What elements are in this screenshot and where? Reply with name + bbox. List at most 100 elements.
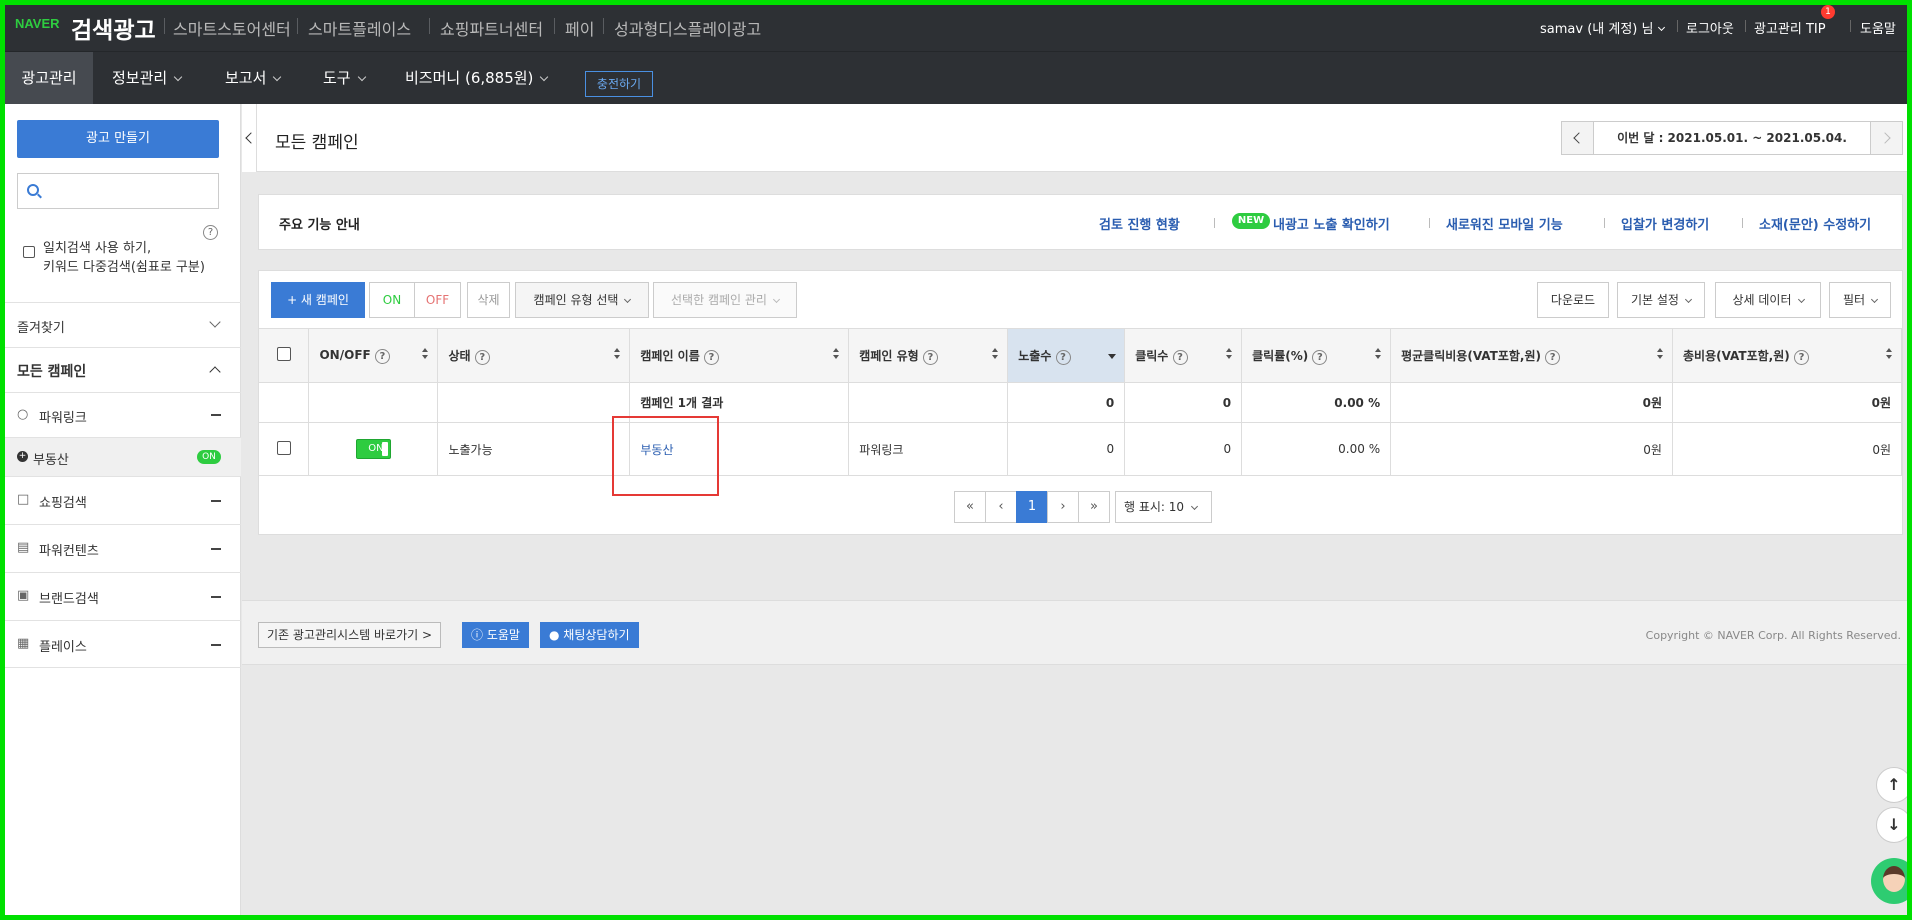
basic-settings-select[interactable]: 기본 설정: [1617, 282, 1705, 318]
search-input[interactable]: [48, 178, 216, 204]
service-smartplace[interactable]: 스마트플레이스: [308, 16, 411, 40]
help-icon[interactable]: ?: [1055, 349, 1071, 365]
favorites-section[interactable]: 즐겨찾기: [5, 302, 241, 347]
filter-select[interactable]: 필터: [1829, 282, 1891, 318]
help-icon[interactable]: ?: [1793, 349, 1809, 365]
sort-desc-icon[interactable]: [1108, 354, 1117, 359]
col-clicks[interactable]: 클릭수 ?: [1124, 328, 1243, 383]
download-button[interactable]: 다운로드: [1537, 282, 1609, 318]
bid-change-link[interactable]: 입찰가 변경하기: [1621, 214, 1709, 233]
divider: [1745, 20, 1746, 32]
col-campaign-type[interactable]: 캠페인 유형 ?: [848, 328, 1009, 383]
edit-creative-link[interactable]: 소재(문안) 수정하기: [1759, 214, 1871, 233]
date-range-label[interactable]: 이번 달 : 2021.05.01. ~ 2021.05.04.: [1594, 122, 1870, 154]
on-off-toggle[interactable]: ON: [355, 439, 391, 459]
col-campaign-name[interactable]: 캠페인 이름 ?: [629, 328, 850, 383]
sort-icon[interactable]: [613, 348, 621, 362]
account-menu[interactable]: samav (내 계정) 님: [1540, 18, 1666, 37]
sidebar-item-powercontents[interactable]: ▤ 파워컨텐츠: [5, 524, 241, 572]
sort-icon[interactable]: [832, 348, 840, 362]
mobile-feature-link[interactable]: 새로워진 모바일 기능: [1446, 214, 1563, 233]
ad-exposure-link[interactable]: 내광고 노출 확인하기: [1273, 214, 1390, 233]
col-total-cost[interactable]: 총비용(VAT포함,원) ?: [1672, 328, 1903, 383]
sort-icon[interactable]: [421, 348, 429, 362]
next-page-button[interactable]: ›: [1047, 491, 1079, 523]
create-ad-button[interactable]: 광고 만들기: [17, 120, 219, 158]
legacy-system-link[interactable]: 기존 광고관리시스템 바로가기 >: [258, 622, 442, 648]
manage-selected-button[interactable]: 선택한 캠페인 관리: [653, 282, 797, 318]
sidebar-item-brand[interactable]: ▣ 브랜드검색: [5, 572, 241, 620]
sort-icon[interactable]: [991, 348, 999, 362]
tip-link[interactable]: 광고관리 TIP: [1754, 18, 1826, 37]
service-smartstore[interactable]: 스마트스토어센터: [173, 16, 291, 40]
minus-icon[interactable]: [211, 500, 221, 502]
help-icon[interactable]: ?: [1545, 349, 1561, 365]
on-button[interactable]: ON: [369, 282, 415, 318]
next-period-button[interactable]: [1870, 122, 1902, 154]
chat-button[interactable]: ● 채팅상담하기: [540, 622, 639, 648]
help-icon[interactable]: ?: [703, 349, 719, 365]
first-page-button[interactable]: «: [954, 491, 986, 523]
sort-icon[interactable]: [1374, 348, 1382, 362]
help-icon[interactable]: ?: [374, 348, 390, 364]
last-page-button[interactable]: »: [1078, 491, 1110, 523]
col-onoff[interactable]: ON/OFF ?: [308, 328, 439, 383]
nav-bizmoney[interactable]: 비즈머니 (6,885원): [405, 52, 549, 105]
scroll-top-button[interactable]: ↑: [1876, 767, 1907, 803]
nav-ad-management[interactable]: 광고관리: [5, 52, 93, 105]
app-title[interactable]: 검색광고: [71, 11, 156, 45]
search-icon[interactable]: [27, 184, 39, 196]
col-status[interactable]: 상태 ?: [437, 328, 631, 383]
prev-period-button[interactable]: [1562, 122, 1594, 154]
plus-circle-icon[interactable]: +: [17, 451, 28, 462]
sidebar-item-place[interactable]: ▦ 플레이스: [5, 620, 241, 668]
sidebar-campaign-item[interactable]: + 부동산 ON: [5, 437, 241, 476]
select-all-checkbox[interactable]: [276, 347, 291, 361]
delete-button[interactable]: 삭제: [467, 282, 510, 318]
page-1-button[interactable]: 1: [1016, 491, 1048, 523]
nav-tools[interactable]: 도구: [323, 52, 366, 105]
off-button[interactable]: OFF: [414, 282, 461, 318]
minus-icon[interactable]: [211, 548, 221, 550]
sort-icon[interactable]: [1885, 348, 1893, 362]
rows-per-page-select[interactable]: 행 표시: 10: [1115, 491, 1212, 523]
col-label: 평균클릭비용(VAT포함,원): [1401, 348, 1541, 363]
col-avg-cpc[interactable]: 평균클릭비용(VAT포함,원) ?: [1390, 328, 1673, 383]
scroll-bottom-button[interactable]: ↓: [1876, 807, 1907, 843]
help-icon[interactable]: ?: [922, 349, 938, 365]
help-link[interactable]: 도움말: [1860, 18, 1896, 37]
review-status-link[interactable]: 검토 진행 현황: [1099, 214, 1180, 233]
service-pay[interactable]: 페이: [565, 16, 594, 40]
col-impressions[interactable]: 노출수 ?: [1007, 328, 1126, 383]
all-campaigns-section[interactable]: 모든 캠페인: [5, 347, 241, 392]
help-icon[interactable]: ?: [1172, 349, 1188, 365]
exact-search-checkbox[interactable]: [23, 246, 35, 258]
help-button[interactable]: ⓘ 도움말: [462, 622, 529, 648]
help-icon[interactable]: ?: [203, 225, 218, 240]
sidebar-item-shopping[interactable]: □ 쇼핑검색: [5, 476, 241, 524]
help-icon[interactable]: ?: [474, 349, 490, 365]
minus-icon[interactable]: [211, 644, 221, 646]
nav-reports[interactable]: 보고서: [225, 52, 282, 105]
logout-link[interactable]: 로그아웃: [1686, 18, 1734, 37]
prev-page-button[interactable]: ‹: [985, 491, 1017, 523]
service-display-ad[interactable]: 성과형디스플레이광고: [614, 16, 761, 40]
sidebar-item-powerlink[interactable]: ○ 파워링크: [5, 392, 241, 437]
sidebar-collapse-button[interactable]: [242, 104, 257, 172]
campaign-type-select[interactable]: 캠페인 유형 선택: [515, 282, 649, 318]
nav-info-management[interactable]: 정보관리: [112, 52, 183, 105]
date-range-picker: 이번 달 : 2021.05.01. ~ 2021.05.04.: [1561, 121, 1903, 155]
col-ctr[interactable]: 클릭률(%) ?: [1241, 328, 1392, 383]
new-campaign-button[interactable]: + 새 캠페인: [271, 282, 365, 318]
row-checkbox[interactable]: [276, 440, 291, 455]
charge-button[interactable]: 충전하기: [585, 71, 653, 97]
detail-data-select[interactable]: 상세 데이터: [1715, 282, 1821, 318]
service-shopping-partner[interactable]: 쇼핑파트너센터: [440, 16, 543, 40]
naver-logo[interactable]: NAVER: [15, 16, 60, 31]
minus-icon[interactable]: [211, 596, 221, 598]
help-icon[interactable]: ?: [1312, 349, 1328, 365]
minus-icon[interactable]: [211, 414, 221, 416]
chevron-down-icon: [1797, 295, 1805, 304]
sort-icon[interactable]: [1225, 348, 1233, 362]
sort-icon[interactable]: [1656, 348, 1664, 362]
